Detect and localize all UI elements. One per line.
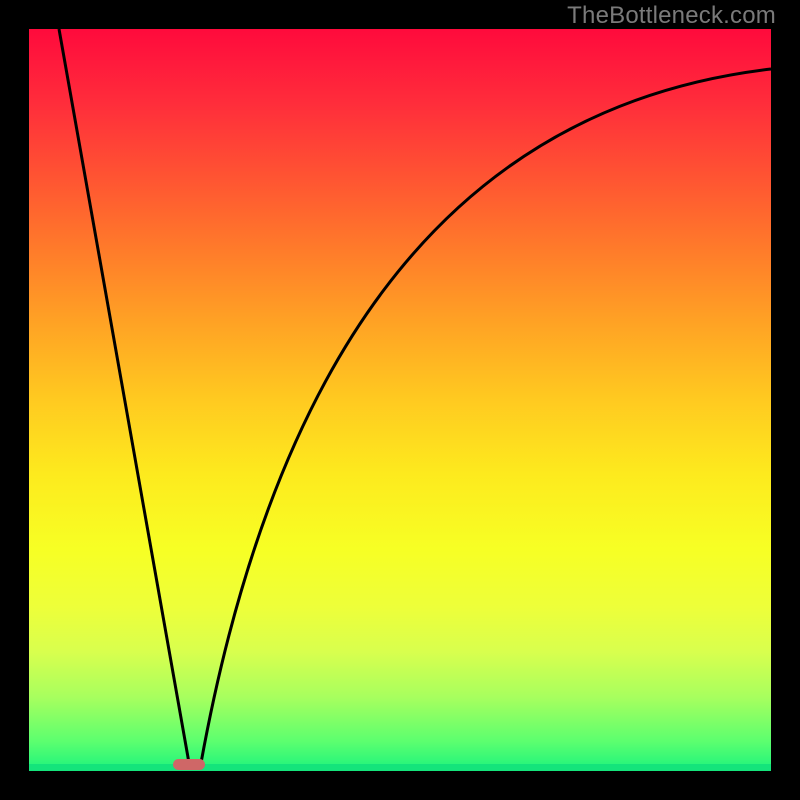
watermark-text: TheBottleneck.com xyxy=(567,2,776,30)
curve-svg xyxy=(29,29,771,771)
minimum-marker xyxy=(173,759,205,770)
curve-left-branch xyxy=(59,29,189,763)
chart-frame: TheBottleneck.com xyxy=(0,0,800,800)
plot-area xyxy=(29,29,771,771)
curve-right-branch xyxy=(201,69,771,763)
